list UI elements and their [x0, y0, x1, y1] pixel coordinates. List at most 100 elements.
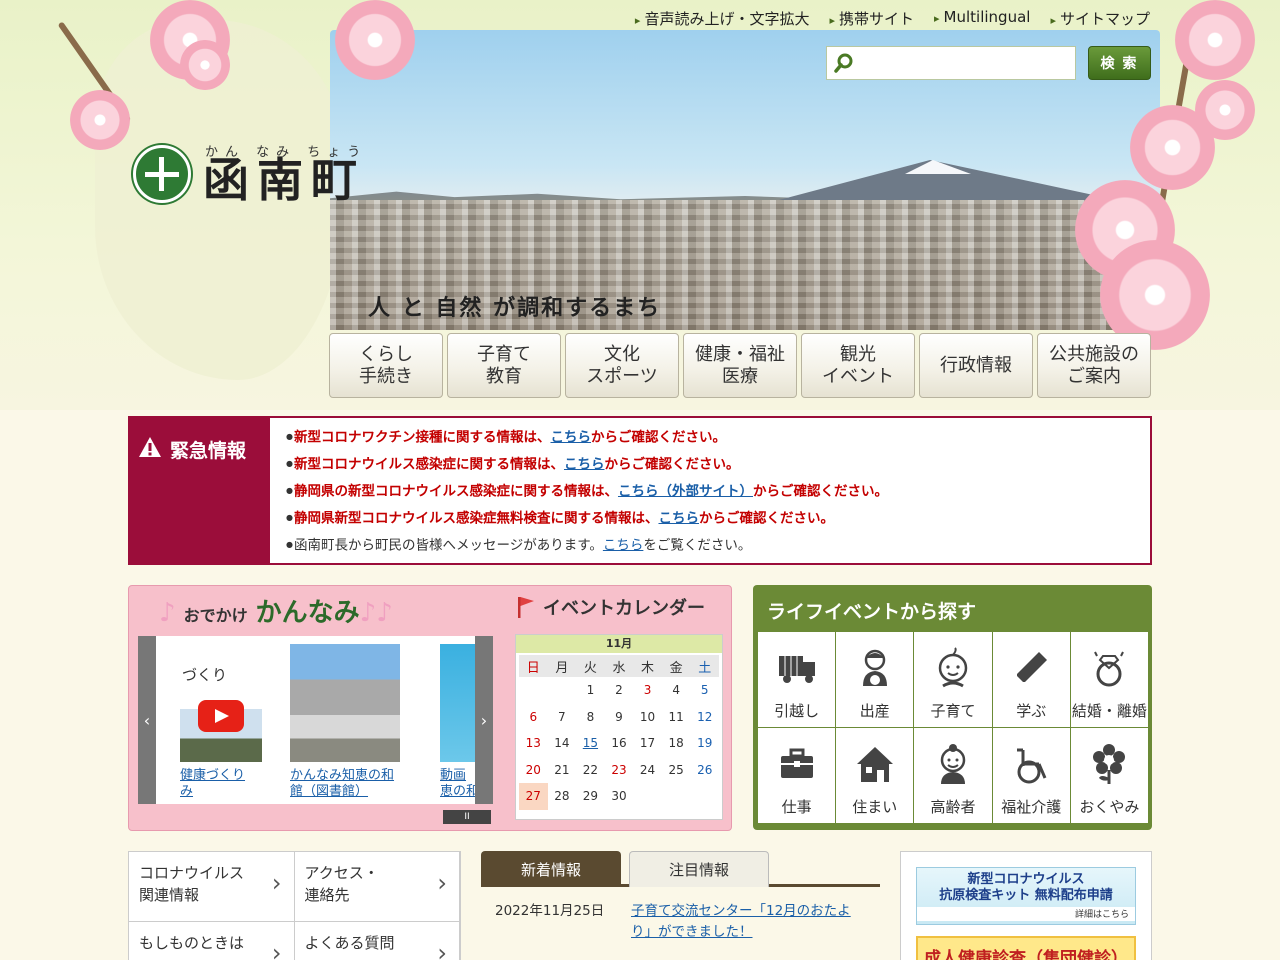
calendar-day: 22 [582, 762, 599, 777]
calendar-dow: 月 [547, 655, 577, 677]
calendar-day: 11 [668, 709, 684, 724]
news-link[interactable]: 子育て交流センター「12月のおたより」ができました！ [631, 901, 866, 943]
banner-health-checkup[interactable]: 成人健康診査（集団健診） [916, 936, 1136, 960]
util-link-sitemap[interactable]: サイトマップ [1050, 8, 1150, 29]
life-event-6[interactable]: 仕事 [758, 728, 836, 823]
slide-caption[interactable]: かんなみ知恵の和 館（図書館） [290, 768, 400, 800]
life-event-label: 学ぶ [1016, 702, 1047, 720]
gnav-childcare-education[interactable]: 子育て 教育 [447, 333, 561, 398]
calendar-day: 13 [525, 736, 541, 751]
wheelchair-icon [1017, 748, 1047, 784]
life-event-3[interactable]: 子育て [914, 632, 992, 727]
gnav-tourism-events[interactable]: 観光 イベント [801, 333, 915, 398]
logo-text: かん なみ ちょう 函南町 [203, 145, 365, 203]
gnav-facilities[interactable]: 公共施設の ご案内 [1037, 333, 1151, 398]
util-link-mobile[interactable]: 携帯サイト [829, 8, 914, 29]
calendar-day: 19 [697, 736, 713, 751]
calendar-day: 12 [697, 709, 713, 724]
util-link-accessibility[interactable]: 音声読み上げ・文字拡大 [635, 8, 809, 29]
emergency-link[interactable]: こちら [550, 429, 591, 445]
calendar-day: 20 [525, 762, 541, 777]
youtube-play-icon[interactable] [198, 700, 244, 732]
calendar-day: 23 [611, 762, 627, 777]
cherry-blossom [180, 40, 230, 90]
life-event-label: 仕事 [781, 798, 812, 816]
slider-next-button[interactable]: › [475, 636, 493, 804]
life-events-grid: 引越し 出産 子育て 学ぶ 結婚・離婚仕事 住まい 高齢者 福祉介護 おくやみ [758, 632, 1148, 823]
banner-antigen-kit[interactable]: 新型コロナウイルス 抗原検査キット 無料配布申請 詳細はこちら [916, 867, 1136, 925]
gnav-administration[interactable]: 行政情報 [919, 333, 1033, 398]
quick-links: コロナウイルス 関連情報 アクセス・ 連絡先 もしものときは よくある質問 [128, 851, 461, 960]
calendar-title[interactable]: イベントカレンダー [543, 594, 705, 620]
calendar-day: 4 [672, 683, 680, 698]
odekake-slider: ‹ づくり 健康づくりみ かんなみ知恵の和 館（図書館） 動画 恵の和 › [138, 636, 493, 804]
calendar-empty [519, 677, 548, 704]
tagline-word: 自然 [435, 296, 484, 321]
emergency-info: 緊急情報 新型コロナワクチン接種に関する情報は、こちらからご確認ください。 新型… [128, 416, 1152, 565]
calendar-empty [548, 677, 577, 704]
calendar-day: 29 [582, 789, 599, 804]
quick-link-access[interactable]: アクセス・ 連絡先 [294, 852, 460, 922]
quick-link-emergency[interactable]: もしものときは [129, 922, 295, 960]
slider-prev-button[interactable]: ‹ [138, 636, 156, 804]
emergency-link[interactable]: こちら（外部サイト） [618, 483, 753, 499]
calendar-day: 24 [639, 762, 656, 777]
search-input[interactable] [859, 49, 1075, 77]
calendar-empty [662, 783, 691, 810]
calendar-day: 5 [700, 683, 709, 698]
life-event-2[interactable]: 出産 [836, 632, 914, 727]
slide-caption[interactable]: 健康づくりみ [180, 768, 290, 800]
calendar-empty [633, 783, 662, 810]
calendar-day: 3 [643, 683, 652, 698]
emergency-link[interactable]: こちら [603, 537, 644, 553]
calendar-day: 2 [615, 683, 623, 698]
site-logo[interactable]: かん なみ ちょう 函南町 [133, 145, 365, 203]
emergency-item: 函南町長から町民の皆様へメッセージがあります。こちらをご覧ください。 [286, 532, 888, 559]
slide-thumbnail[interactable] [440, 644, 480, 762]
life-event-label: 結婚・離婚 [1071, 702, 1147, 720]
tab-featured-info[interactable]: 注目情報 [629, 851, 769, 887]
emergency-item: 新型コロナウイルス感染症に関する情報は、こちらからご確認ください。 [286, 451, 888, 478]
gnav-culture-sports[interactable]: 文化 スポーツ [565, 333, 679, 398]
calendar-day: 25 [668, 762, 684, 777]
emergency-link[interactable]: こちら [564, 456, 605, 472]
cherry-blossom [1195, 80, 1255, 140]
slider-pause-button[interactable]: II [443, 810, 491, 824]
slide[interactable]: かんなみ知恵の和 館（図書館） [290, 644, 400, 800]
mount-fuji-snowcap [905, 160, 971, 174]
search-button[interactable]: 検 索 [1088, 46, 1151, 80]
gnav-health-welfare[interactable]: 健康・福祉 医療 [683, 333, 797, 398]
slide[interactable]: づくり 健康づくりみ [180, 644, 290, 800]
quick-link-corona[interactable]: コロナウイルス 関連情報 [129, 852, 295, 922]
calendar-dow: 金 [661, 655, 691, 677]
life-event-9[interactable]: 福祉介護 [992, 728, 1070, 823]
slide-thumbnail[interactable] [290, 644, 400, 762]
odekake-panel: ♪ おでかけ かんなみ♪♪ ‹ づくり 健康づくりみ かんなみ知恵の和 館（図書館） … [128, 585, 732, 831]
news-item: 2022年11月25日 子育て交流センター「12月のおたより」ができました！ [481, 887, 880, 943]
emergency-item: 静岡県新型コロナウイルス感染症無料検査に関する情報は、こちらからご確認ください。 [286, 505, 888, 532]
life-event-1[interactable]: 引越し [758, 632, 836, 727]
slide-thumbnail[interactable]: づくり [180, 644, 262, 762]
calendar-day: 9 [615, 709, 623, 724]
mother-icon [862, 649, 887, 686]
elder-icon [940, 744, 966, 784]
life-event-5[interactable]: 結婚・離婚 [1070, 632, 1148, 727]
calendar-day: 17 [639, 736, 656, 751]
life-event-8[interactable]: 高齢者 [914, 728, 992, 823]
life-event-10[interactable]: おくやみ [1070, 728, 1148, 823]
cherry-blossom [1175, 0, 1255, 80]
news-tabs: 新着情報 注目情報 [481, 851, 880, 887]
life-event-4[interactable]: 学ぶ [992, 632, 1070, 727]
life-event-label: 出産 [859, 702, 890, 720]
life-event-7[interactable]: 住まい [836, 728, 914, 823]
calendar-grid: 日月火水木金土 1 2 3 4 5 6 7 8 9 10 11 12 13 14 15 16 17 18 19 20 21… [516, 653, 722, 810]
calendar-day: 1 [586, 683, 595, 698]
gnav-living[interactable]: くらし 手続き [329, 333, 443, 398]
search-icon [834, 53, 853, 73]
emergency-link[interactable]: こちら [658, 510, 699, 526]
util-link-multilingual[interactable]: Multilingual [934, 8, 1031, 29]
calendar-day: 16 [611, 736, 627, 751]
calendar-day[interactable]: 15 [576, 730, 605, 757]
tab-new-info[interactable]: 新着情報 [481, 851, 621, 887]
quick-link-faq[interactable]: よくある質問 [295, 922, 460, 960]
